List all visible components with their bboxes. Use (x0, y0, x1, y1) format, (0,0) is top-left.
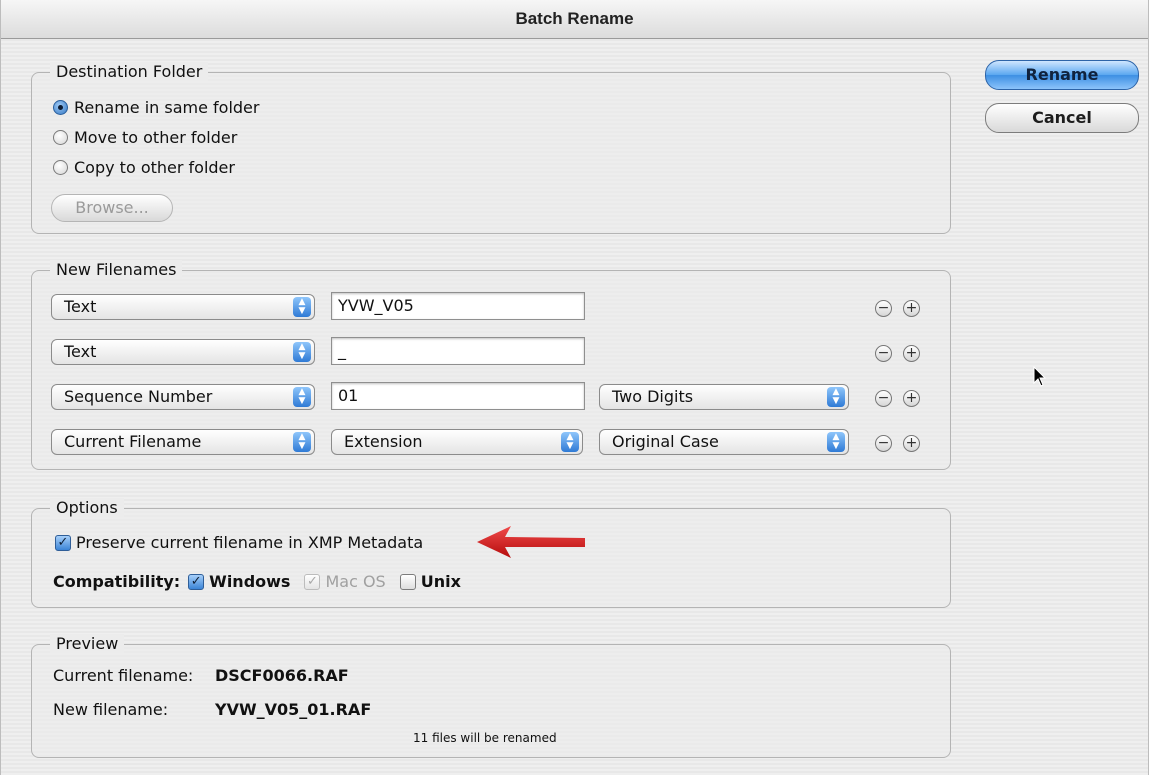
radio-move-other-folder[interactable]: Move to other folder (53, 128, 237, 147)
add-row-button[interactable]: + (903, 345, 920, 362)
radio-label: Rename in same folder (74, 98, 260, 117)
filename-part-type-select[interactable]: Sequence Number ▲ ▼ (51, 384, 315, 410)
radio-label: Move to other folder (74, 128, 238, 147)
select-value: Sequence Number (64, 387, 213, 406)
macos-label: Mac OS (325, 572, 386, 591)
remove-row-button[interactable]: − (875, 300, 892, 317)
updown-arrows-icon: ▲ ▼ (293, 432, 311, 452)
filename-part-type-select[interactable]: Text ▲ ▼ (51, 294, 315, 320)
compatibility-row: Compatibility: ✓ Windows ✓ Mac OS Unix (53, 572, 461, 591)
case-select[interactable]: Original Case ▲ ▼ (599, 429, 849, 455)
checkbox-checked-icon: ✓ (55, 534, 71, 551)
current-filename-label: Current filename: (53, 666, 194, 685)
select-value: Two Digits (612, 387, 694, 406)
red-arrow-annotation-icon (477, 526, 585, 558)
options-label: Options (50, 498, 124, 517)
sequence-start-field[interactable]: 01 (331, 382, 585, 410)
filename-part-type-select[interactable]: Text ▲ ▼ (51, 339, 315, 365)
browse-button[interactable]: Browse... (51, 194, 173, 222)
radio-selected-icon (53, 100, 68, 115)
add-row-button[interactable]: + (903, 435, 920, 452)
select-value: Text (64, 342, 97, 361)
new-filename-label: New filename: (53, 700, 169, 719)
checkbox-label: Preserve current filename in XMP Metadat… (76, 533, 424, 552)
windows-checkbox-icon[interactable]: ✓ (188, 573, 205, 590)
radio-icon (53, 160, 68, 175)
new-filenames-label: New Filenames (50, 260, 183, 279)
sequence-digits-select[interactable]: Two Digits ▲ ▼ (599, 384, 849, 410)
cancel-button[interactable]: Cancel (985, 103, 1139, 133)
current-filename-value: DSCF0066.RAF (215, 666, 349, 685)
updown-arrows-icon: ▲ ▼ (561, 432, 579, 452)
destination-folder-label: Destination Folder (50, 62, 209, 81)
remove-row-button[interactable]: − (875, 345, 892, 362)
radio-label: Copy to other folder (74, 158, 235, 177)
radio-icon (53, 130, 68, 145)
rename-button[interactable]: Rename (985, 60, 1139, 90)
unix-label: Unix (420, 572, 461, 591)
macos-checkbox-icon: ✓ (304, 573, 321, 590)
files-count-note: 11 files will be renamed (413, 731, 557, 745)
preview-label: Preview (50, 634, 125, 653)
updown-arrows-icon: ▲ ▼ (293, 297, 311, 317)
updown-arrows-icon: ▲ ▼ (293, 342, 311, 362)
filename-part-type-select[interactable]: Current Filename ▲ ▼ (51, 429, 315, 455)
select-value: Current Filename (64, 432, 202, 451)
add-row-button[interactable]: + (903, 390, 920, 407)
preserve-filename-checkbox[interactable]: ✓ Preserve current filename in XMP Metad… (55, 533, 423, 552)
radio-copy-other-folder[interactable]: Copy to other folder (53, 158, 235, 177)
select-value: Extension (344, 432, 423, 451)
compatibility-label: Compatibility: (53, 572, 181, 591)
windows-label: Windows (209, 572, 291, 591)
select-value: Original Case (612, 432, 719, 451)
text-field[interactable]: _ (331, 337, 585, 365)
updown-arrows-icon: ▲ ▼ (827, 432, 845, 452)
remove-row-button[interactable]: − (875, 390, 892, 407)
select-value: Text (64, 297, 97, 316)
window-title: Batch Rename (1, 0, 1148, 39)
unix-checkbox-icon[interactable] (399, 573, 416, 590)
updown-arrows-icon: ▲ ▼ (293, 387, 311, 407)
add-row-button[interactable]: + (903, 300, 920, 317)
new-filename-value: YVW_V05_01.RAF (215, 700, 372, 719)
mouse-pointer-icon (1033, 366, 1047, 387)
remove-row-button[interactable]: − (875, 435, 892, 452)
updown-arrows-icon: ▲ ▼ (827, 387, 845, 407)
batch-rename-dialog: Batch Rename Rename Cancel Destination F… (0, 0, 1149, 775)
filename-part-select[interactable]: Extension ▲ ▼ (331, 429, 583, 455)
text-field[interactable]: YVW_V05 (331, 292, 585, 320)
radio-rename-same-folder[interactable]: Rename in same folder (53, 98, 259, 117)
